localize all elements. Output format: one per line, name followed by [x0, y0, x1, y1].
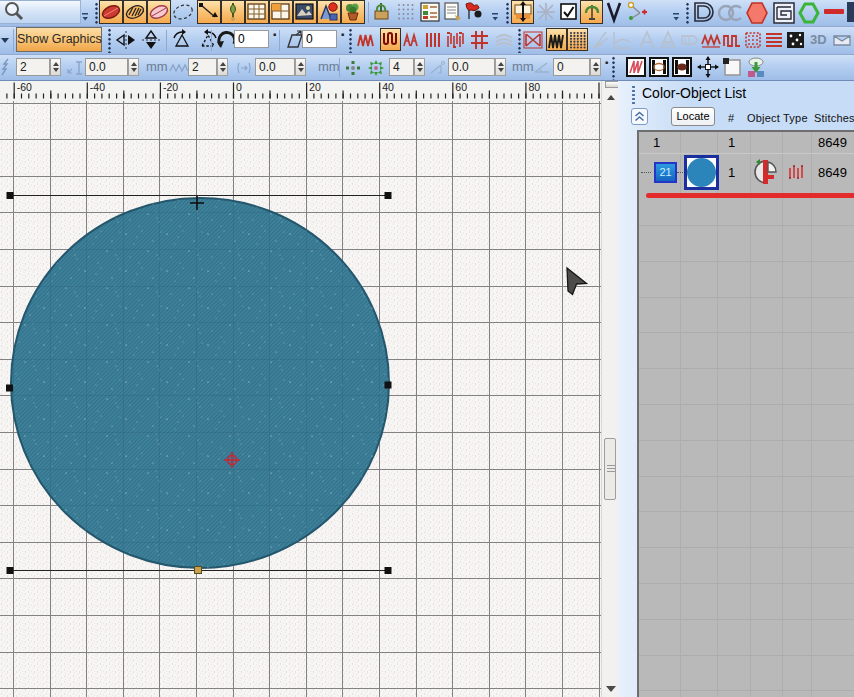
svg-text:0: 0: [236, 81, 242, 93]
svg-text:-40: -40: [90, 81, 105, 93]
svg-text:20: 20: [309, 81, 321, 93]
svg-text:40: 40: [382, 81, 394, 93]
svg-text:-60: -60: [17, 81, 32, 93]
svg-text:60: 60: [455, 81, 467, 93]
svg-text:-20: -20: [163, 81, 178, 93]
svg-text:80: 80: [528, 81, 540, 93]
